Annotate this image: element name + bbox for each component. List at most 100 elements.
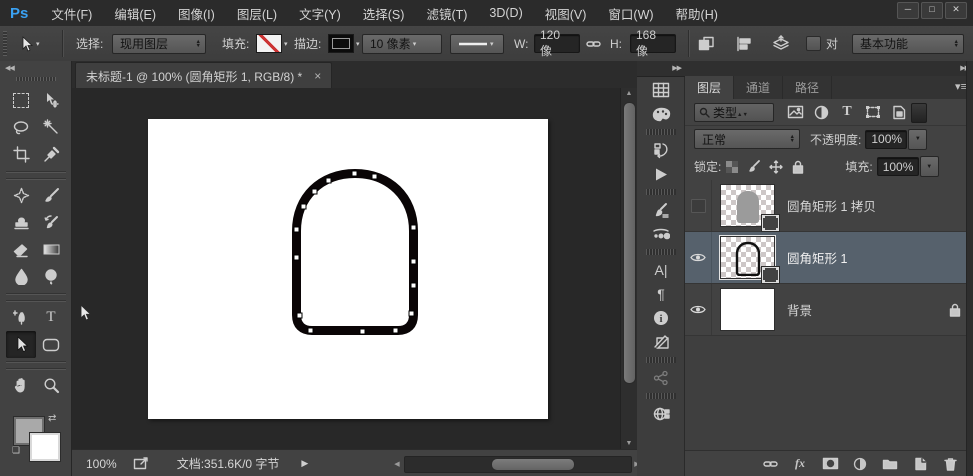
path-selection-tool[interactable]	[6, 331, 36, 358]
default-colors-icon[interactable]: ❏	[12, 445, 20, 456]
color-panel-button[interactable]	[644, 102, 678, 126]
visibility-toggle[interactable]	[685, 180, 712, 231]
layer-thumbnail[interactable]	[720, 288, 775, 331]
timeline-panel-button[interactable]	[644, 402, 678, 426]
dock-gripper[interactable]	[646, 189, 676, 195]
filter-shape-layers-button[interactable]	[860, 102, 886, 122]
hand-tool[interactable]	[6, 372, 36, 399]
background-color-swatch[interactable]	[29, 432, 61, 462]
stroke-width-dropdown[interactable]: 10 像素 ▾	[362, 33, 442, 54]
shape-tool[interactable]	[36, 331, 66, 358]
new-layer-button[interactable]	[905, 454, 935, 474]
vertical-scroll-thumb[interactable]	[623, 102, 636, 384]
document-tab[interactable]: 未标题-1 @ 100% (圆角矩形 1, RGB/8) * ×	[75, 62, 333, 89]
share-panel-button[interactable]	[644, 366, 678, 390]
scroll-up-icon[interactable]: ▲	[621, 90, 637, 97]
paragraph-panel-button[interactable]: ¶	[644, 282, 678, 306]
link-dimensions-button[interactable]	[586, 26, 601, 61]
filter-adjustment-layers-button[interactable]	[808, 102, 834, 122]
lasso-tool[interactable]	[6, 114, 36, 141]
layer-name[interactable]: 圆角矩形 1	[787, 248, 847, 267]
lock-pixels-button[interactable]	[743, 159, 765, 175]
brush-panel-button[interactable]	[644, 198, 678, 222]
lock-all-button[interactable]	[787, 159, 809, 175]
filter-type-dropdown[interactable]: 类型 ▲▼	[694, 102, 774, 122]
canvas[interactable]	[148, 119, 548, 419]
brush-presets-panel-button[interactable]	[644, 222, 678, 246]
horizontal-scrollbar[interactable]: ◀ ▶	[394, 456, 640, 473]
notes-panel-button[interactable]	[644, 330, 678, 354]
canvas-pasteboard[interactable]	[72, 88, 621, 449]
blur-tool[interactable]	[6, 263, 36, 290]
workspace-dropdown[interactable]: 基本功能 ▲ ▼	[852, 33, 964, 54]
menu-image[interactable]: 图像(I)	[167, 4, 226, 23]
menu-filter[interactable]: 滤镜(T)	[415, 4, 478, 23]
menu-select[interactable]: 选择(S)	[352, 4, 416, 23]
maximize-button[interactable]: □	[921, 2, 943, 19]
select-mode-dropdown[interactable]: 现用图层 ▲ ▼	[112, 33, 206, 54]
path-operations-button[interactable]	[698, 26, 715, 61]
new-group-button[interactable]	[875, 454, 905, 474]
character-panel-button[interactable]: A|	[644, 258, 678, 282]
marquee-tool[interactable]	[6, 87, 36, 114]
eraser-tool[interactable]	[6, 236, 36, 263]
menu-layer[interactable]: 图层(L)	[226, 4, 288, 23]
status-icon[interactable]	[133, 456, 149, 471]
opacity-dropdown-button[interactable]: ▼	[908, 128, 928, 150]
filter-toggle-switch[interactable]	[911, 103, 927, 123]
fill-dropdown-button[interactable]: ▼	[919, 156, 939, 177]
visibility-toggle[interactable]	[685, 284, 712, 335]
brush-tool[interactable]	[36, 182, 66, 209]
add-mask-button[interactable]	[815, 454, 845, 474]
patch-tool[interactable]	[6, 182, 36, 209]
zoom-tool[interactable]	[36, 372, 66, 399]
delete-layer-button[interactable]	[935, 454, 965, 474]
path-alignment-button[interactable]	[736, 26, 753, 61]
lock-position-button[interactable]	[765, 159, 787, 175]
vertical-scrollbar[interactable]: ▲ ▼	[620, 88, 637, 449]
adjustment-layer-button[interactable]	[845, 454, 875, 474]
crop-tool[interactable]	[6, 141, 36, 168]
layer-name[interactable]: 圆角矩形 1 拷贝	[787, 196, 876, 215]
dock-gripper[interactable]	[646, 129, 676, 135]
eyedropper-tool[interactable]	[36, 141, 66, 168]
swatches-panel-button[interactable]	[644, 78, 678, 102]
panel-scrollbar-track[interactable]	[966, 61, 973, 476]
shape-height-field[interactable]: 168 像	[630, 28, 676, 58]
layer-name[interactable]: 背景	[787, 300, 812, 319]
menu-file[interactable]: 文件(F)	[40, 4, 103, 23]
opacity-field[interactable]: 100%	[865, 129, 908, 149]
dock-gripper[interactable]	[646, 393, 676, 399]
pen-tool[interactable]	[6, 304, 36, 331]
type-tool[interactable]: T	[36, 304, 66, 331]
path-arrangement-button[interactable]	[772, 26, 790, 61]
menu-type[interactable]: 文字(Y)	[288, 4, 352, 23]
visibility-toggle[interactable]	[685, 232, 712, 283]
shape-width-field[interactable]: 120 像	[534, 28, 580, 58]
move-tool[interactable]	[36, 87, 66, 114]
link-layers-button[interactable]	[755, 454, 785, 474]
scroll-left-icon[interactable]: ◀	[389, 460, 405, 468]
gradient-tool[interactable]	[36, 236, 66, 263]
toolbar-gripper[interactable]	[16, 77, 56, 81]
collapse-toolbar-icon[interactable]: ◀◀	[5, 64, 15, 72]
stroke-type-dropdown[interactable]: ▾	[450, 33, 504, 54]
history-panel-button[interactable]	[644, 138, 678, 162]
stroke-swatch[interactable]	[328, 34, 354, 53]
filter-type-layers-button[interactable]: T	[834, 102, 860, 122]
blend-mode-dropdown[interactable]: 正常 ▲ ▼	[694, 129, 800, 149]
history-brush-tool[interactable]	[36, 209, 66, 236]
filter-smart-objects-button[interactable]	[886, 102, 912, 122]
info-panel-button[interactable]: i	[644, 306, 678, 330]
options-gripper[interactable]	[3, 31, 7, 56]
close-document-icon[interactable]: ×	[314, 69, 321, 83]
lock-transparency-button[interactable]	[721, 159, 743, 175]
magic-wand-tool[interactable]	[36, 114, 66, 141]
dodge-tool[interactable]	[36, 263, 66, 290]
layer-style-button[interactable]: fx	[785, 454, 815, 474]
fill-field[interactable]: 100%	[876, 157, 919, 176]
menu-help[interactable]: 帮助(H)	[665, 4, 729, 23]
horizontal-scroll-thumb[interactable]	[491, 458, 575, 471]
swap-colors-icon[interactable]: ⇄	[48, 413, 56, 424]
dock-gripper[interactable]	[646, 249, 676, 255]
